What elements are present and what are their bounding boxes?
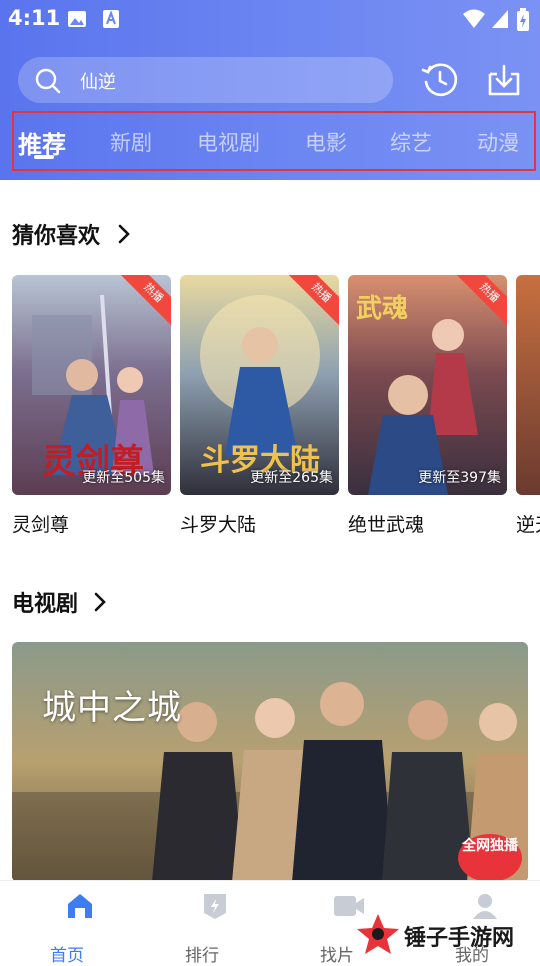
- card-title[interactable]: 逆天: [516, 510, 540, 537]
- active-tab-indicator: [34, 155, 54, 159]
- tab-new-drama[interactable]: 新剧: [110, 127, 152, 157]
- tab-variety[interactable]: 综艺: [390, 127, 432, 157]
- section-title-tv[interactable]: 电视剧: [12, 586, 78, 618]
- poster-card[interactable]: 斗罗大陆 热播 更新至265集: [180, 275, 339, 495]
- banner-image: [12, 682, 528, 882]
- poster-card[interactable]: 灵剑尊 热播 更新至505集: [12, 275, 171, 495]
- nav-label: 排行: [185, 946, 219, 966]
- poster-card[interactable]: 武魂 热播 更新至397集: [348, 275, 507, 495]
- poster-title-text: 武魂: [356, 294, 408, 324]
- text-a-icon: [103, 10, 119, 28]
- card-title[interactable]: 斗罗大陆: [180, 510, 256, 537]
- search-icon: [35, 68, 61, 94]
- tv-banner[interactable]: 城中之城 全网独播: [12, 642, 528, 882]
- episode-count: 更新至265集: [250, 470, 333, 486]
- download-button[interactable]: [484, 60, 524, 100]
- poster-image: 灵剑尊: [32, 294, 154, 482]
- banner-title: 城中之城: [42, 688, 182, 728]
- poster-image: 斗罗大陆: [200, 295, 320, 478]
- home-icon: [67, 894, 92, 918]
- history-icon: [421, 63, 458, 97]
- episode-count: 更新至397集: [418, 470, 501, 486]
- poster-image: 武魂: [356, 294, 478, 495]
- site-watermark: 锤子手游网: [354, 910, 540, 958]
- episode-count: 更新至505集: [82, 470, 165, 486]
- history-button[interactable]: [420, 60, 460, 100]
- chevron-right-icon[interactable]: [116, 223, 132, 245]
- ranking-icon: [203, 894, 226, 919]
- status-time: 4:11: [8, 6, 61, 30]
- header: 4:11 仙逆 推荐 新剧 电视剧 电影 综艺 动漫: [0, 0, 540, 180]
- nav-label: 首页: [50, 946, 84, 966]
- poster-card[interactable]: [516, 275, 540, 495]
- exclusive-badge-text: 全网独播: [462, 838, 518, 854]
- category-tabs: 推荐 新剧 电视剧 电影 综艺 动漫: [12, 111, 536, 171]
- status-bar: 4:11: [0, 0, 540, 40]
- wifi-icon: [463, 9, 485, 28]
- download-icon: [488, 64, 520, 96]
- tab-tv-series[interactable]: 电视剧: [197, 127, 260, 157]
- watermark-text: 锤子手游网: [404, 926, 515, 951]
- section-title-guess[interactable]: 猜你喜欢: [12, 218, 100, 250]
- tab-movie[interactable]: 电影: [305, 127, 347, 157]
- image-icon: [68, 11, 86, 27]
- chevron-right-icon[interactable]: [92, 591, 108, 613]
- card-title[interactable]: 灵剑尊: [12, 510, 69, 537]
- search-placeholder: 仙逆: [80, 72, 116, 93]
- nav-ranking[interactable]: 排行: [162, 891, 242, 966]
- battery-charging-icon: [517, 8, 529, 31]
- card-title[interactable]: 绝世武魂: [348, 510, 424, 537]
- signal-icon: [492, 10, 508, 28]
- search-input[interactable]: 仙逆: [18, 57, 393, 103]
- tab-anime[interactable]: 动漫: [477, 127, 519, 157]
- nav-home[interactable]: 首页: [27, 891, 107, 966]
- exclusive-badge: 全网独播: [456, 830, 524, 882]
- watermark-logo-icon: [357, 914, 399, 954]
